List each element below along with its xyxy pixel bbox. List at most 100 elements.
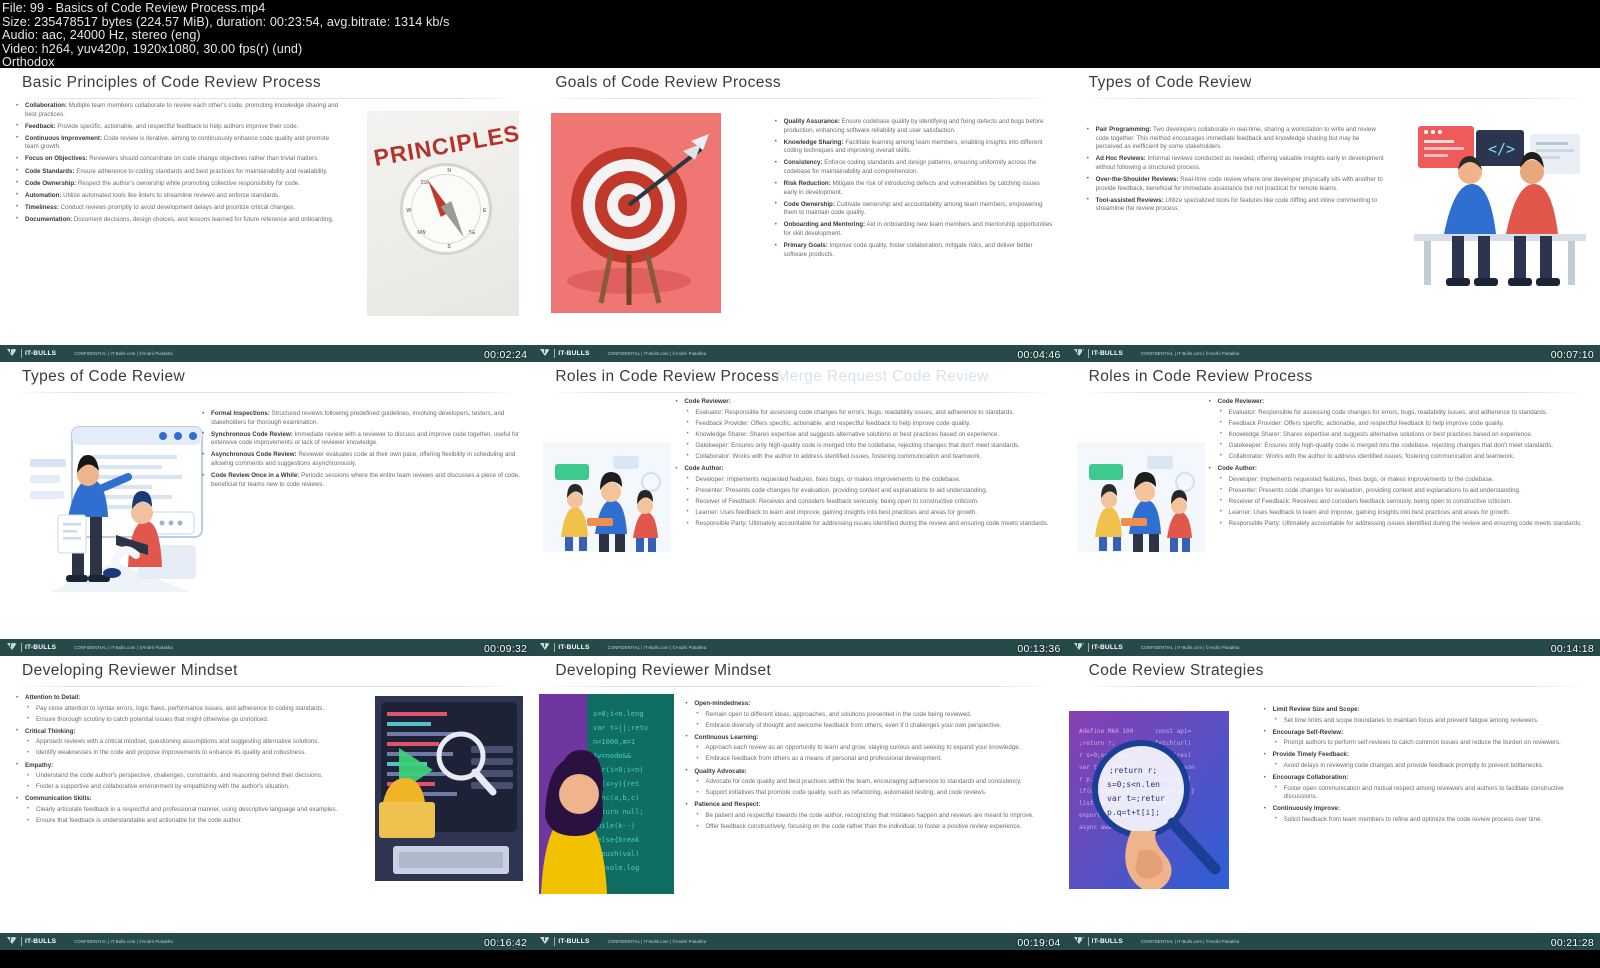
compass-mark-n: N xyxy=(447,168,451,174)
list-item: Presenter: Presents code changes for eva… xyxy=(684,486,1055,496)
list-item: Synchronous Code Review: Immediate revie… xyxy=(200,430,522,448)
slide-body: Limit Review Size and Scope: Set time li… xyxy=(1262,705,1587,828)
pair-programming-svg: </> xyxy=(1413,126,1586,286)
slide-roles-2: Roles in Code Review Process • Code Revi… xyxy=(1066,362,1600,656)
media-info-header: File: 99 - Basics of Code Review Process… xyxy=(0,0,1600,69)
thumbnail-cell[interactable]: Roles in Code Review Process • Code Revi… xyxy=(1066,362,1600,656)
thumbnail-cell[interactable]: Types of Code Review • Formal Inspection… xyxy=(0,362,534,656)
list-item: Advocate for code quality and best pract… xyxy=(694,778,1055,787)
title-divider xyxy=(14,98,520,99)
sub-bullet-list: Approach each review as an opportunity t… xyxy=(694,744,1055,764)
programmer-illustration: s=0;i<n.leng var t=||;retu n=1000,m=1 $v… xyxy=(539,694,675,894)
slide-footer-bar: IT-BULLS CONFIDENTIAL | IT-Bulls.com | ©… xyxy=(1066,639,1600,656)
list-item: Support initiatives that promote code qu… xyxy=(694,789,1055,798)
list-item: Code Reviewer: Evaluator: Responsible fo… xyxy=(673,398,1055,462)
bullet-list: Quality Assurance: Ensure codebase quali… xyxy=(773,117,1055,259)
list-item: Receiver of Feedback: Receives and consi… xyxy=(1218,497,1589,507)
compass-mark-nw: 330 xyxy=(420,180,429,186)
list-item: Code Review Once in a While: Periodic se… xyxy=(200,472,522,489)
slide-types-of-code-review-1: Types of Code Review Pair Programming: T… xyxy=(1066,68,1600,362)
thumbnail-timestamp: 00:04:46 xyxy=(1017,349,1061,361)
list-item: Knowledge Sharing: Facilitate learning a… xyxy=(773,138,1055,156)
slide-body: Quality Assurance: Ensure codebase quali… xyxy=(773,117,1055,263)
list-item: Risk Reduction: Mitigate the risk of int… xyxy=(773,180,1055,197)
list-item: Prompt authors to perform self-reviews t… xyxy=(1273,739,1587,748)
svg-text:;return r;: ;return r; xyxy=(1079,740,1115,747)
sub-bullet-list: Understand the code author's perspective… xyxy=(25,772,362,792)
thumbnail-cell[interactable]: Basic Principles of Code Review Process … xyxy=(0,68,534,362)
thumbnail-cell[interactable]: Developing Reviewer Mindset Attention to… xyxy=(0,656,534,950)
svg-text:$v=node&&: $v=node&& xyxy=(593,752,632,760)
list-item: Open-mindedness: Remain open to differen… xyxy=(683,699,1055,731)
bull-logo-icon xyxy=(6,936,19,947)
list-item: Feedback Provider: Offers specific, acti… xyxy=(1218,419,1589,429)
team-collab-svg xyxy=(1076,442,1205,552)
list-item: Receiver of Feedback: Receives and consi… xyxy=(684,497,1055,507)
list-item: Presenter: Presents code changes for eva… xyxy=(1218,486,1589,496)
slide-goals: Goals of Code Review Process • Quality A… xyxy=(533,68,1067,362)
slide-title: Developing Reviewer Mindset xyxy=(22,662,238,679)
sub-bullet-list: Remain open to different ideas, approach… xyxy=(694,710,1055,731)
bull-logo-icon xyxy=(539,642,552,653)
list-item: Onboarding and Mentoring: Aid in onboard… xyxy=(773,221,1055,238)
list-item: Continuously Improve: Solicit feedback f… xyxy=(1262,805,1587,824)
thumbnail-cell[interactable]: Developing Reviewer Mindset s=0;i<n.leng… xyxy=(533,656,1067,950)
list-item: Communication Skills: Clearly articulate… xyxy=(14,795,362,825)
title-divider xyxy=(547,686,1053,687)
list-item: Understand the code author's perspective… xyxy=(25,772,362,781)
brand-name: IT-BULLS xyxy=(25,938,57,945)
bull-logo-icon xyxy=(1073,936,1086,947)
slide-reviewer-mindset-2: Developing Reviewer Mindset s=0;i<n.leng… xyxy=(533,656,1067,950)
list-item: Foster a supportive and collaborative en… xyxy=(25,783,362,792)
list-item: Clearly articulate feedback in a respect… xyxy=(25,805,362,815)
thumbnail-timestamp: 00:02:24 xyxy=(484,349,528,361)
team-collab-illustration xyxy=(543,442,672,552)
bullet-list: Code Reviewer: Evaluator: Responsible fo… xyxy=(1207,398,1589,529)
list-item: Embrace diversity of thought and welcome… xyxy=(694,721,1055,731)
bull-logo-icon xyxy=(539,936,552,947)
bullet-list: Formal Inspections: Structured reviews f… xyxy=(200,409,522,489)
list-item: Continuous Improvement: Code review is i… xyxy=(14,134,344,152)
sub-bullet-list: Be patient and respectful towards the co… xyxy=(694,811,1055,832)
bull-logo-icon xyxy=(1073,642,1086,653)
list-item: Primary Goals: Improve code quality, fos… xyxy=(773,242,1055,259)
compass-needle-grey xyxy=(441,201,470,241)
confidential-notice: CONFIDENTIAL | IT-Bulls.com | ©Andrii Pi… xyxy=(74,939,173,944)
sub-bullet-list: Developer: Implements requested features… xyxy=(684,475,1055,529)
list-item: Evaluator: Responsible for assessing cod… xyxy=(684,408,1055,418)
bullet-list: Open-mindedness: Remain open to differen… xyxy=(683,699,1055,832)
thumbnail-cell[interactable]: Types of Code Review Pair Programming: T… xyxy=(1066,68,1600,362)
magnifier-code-illustration: #define MAX 100 ;return r; r s=0;s<n.len… xyxy=(1068,711,1229,889)
bull-logo-icon xyxy=(1073,348,1086,359)
list-item: Collaborator: Works with the author to a… xyxy=(1218,452,1589,462)
slide-body: Pair Programming: Two developers collabo… xyxy=(1085,126,1385,217)
list-item: Code Standards: Ensure adherence to codi… xyxy=(14,167,344,177)
list-item: Asynchronous Code Review: Reviewer evalu… xyxy=(200,451,522,468)
list-item: Learner: Uses feedback to learn and impr… xyxy=(1218,508,1589,518)
compass-mark-e: E xyxy=(482,208,487,214)
thumbnail-cell[interactable]: Code Review Strategies #define MAX 100 ;… xyxy=(1066,656,1600,950)
programmer-svg: s=0;i<n.leng var t=||;retu n=1000,m=1 $v… xyxy=(539,694,675,894)
slide-footer-bar: IT-BULLS CONFIDENTIAL | IT-Bulls.com | ©… xyxy=(533,345,1067,362)
sub-bullet-list: Set time limits and scope boundaries to … xyxy=(1273,716,1587,726)
brand-name: IT-BULLS xyxy=(1091,938,1123,945)
list-item: Code Reviewer: Evaluator: Responsible fo… xyxy=(1207,398,1589,462)
list-item: Focus on Objectives: Reviewers should co… xyxy=(14,155,344,164)
svg-text:s=0;i<n.leng: s=0;i<n.leng xyxy=(593,710,644,718)
thumbnail-cell[interactable]: Goals of Code Review Process • Quality A… xyxy=(533,68,1067,362)
confidential-notice: CONFIDENTIAL | IT-Bulls.com | ©Andrii Pi… xyxy=(1140,351,1240,356)
svg-text:s=0;s<n.len: s=0;s<n.len xyxy=(1107,780,1160,789)
confidential-notice: CONFIDENTIAL | IT-Bulls.com | ©Andrii Pi… xyxy=(607,351,707,356)
list-item: Learner: Uses feedback to learn and impr… xyxy=(684,508,1055,518)
bullet-list: Pair Programming: Two developers collabo… xyxy=(1085,126,1385,214)
thumbnail-timestamp: 00:21:28 xyxy=(1550,937,1594,949)
whiteboard-review-svg xyxy=(30,426,203,592)
thumbnail-cell[interactable]: Roles in Code Review Process Merge Reque… xyxy=(533,362,1067,656)
slide-body: Code Reviewer: Evaluator: Responsible fo… xyxy=(673,398,1055,532)
brand-name: IT-BULLS xyxy=(558,350,590,357)
bullet-list: Attention to Detail: Pay close attention… xyxy=(14,693,362,826)
list-item: Code Author: Developer: Implements reque… xyxy=(673,465,1055,529)
media-info-size: Size: 235478517 bytes (224.57 MiB), dura… xyxy=(2,14,450,29)
code-debug-illustration xyxy=(375,696,524,881)
slide-footer-bar: IT-BULLS CONFIDENTIAL | IT-Bulls.com | ©… xyxy=(0,345,534,362)
